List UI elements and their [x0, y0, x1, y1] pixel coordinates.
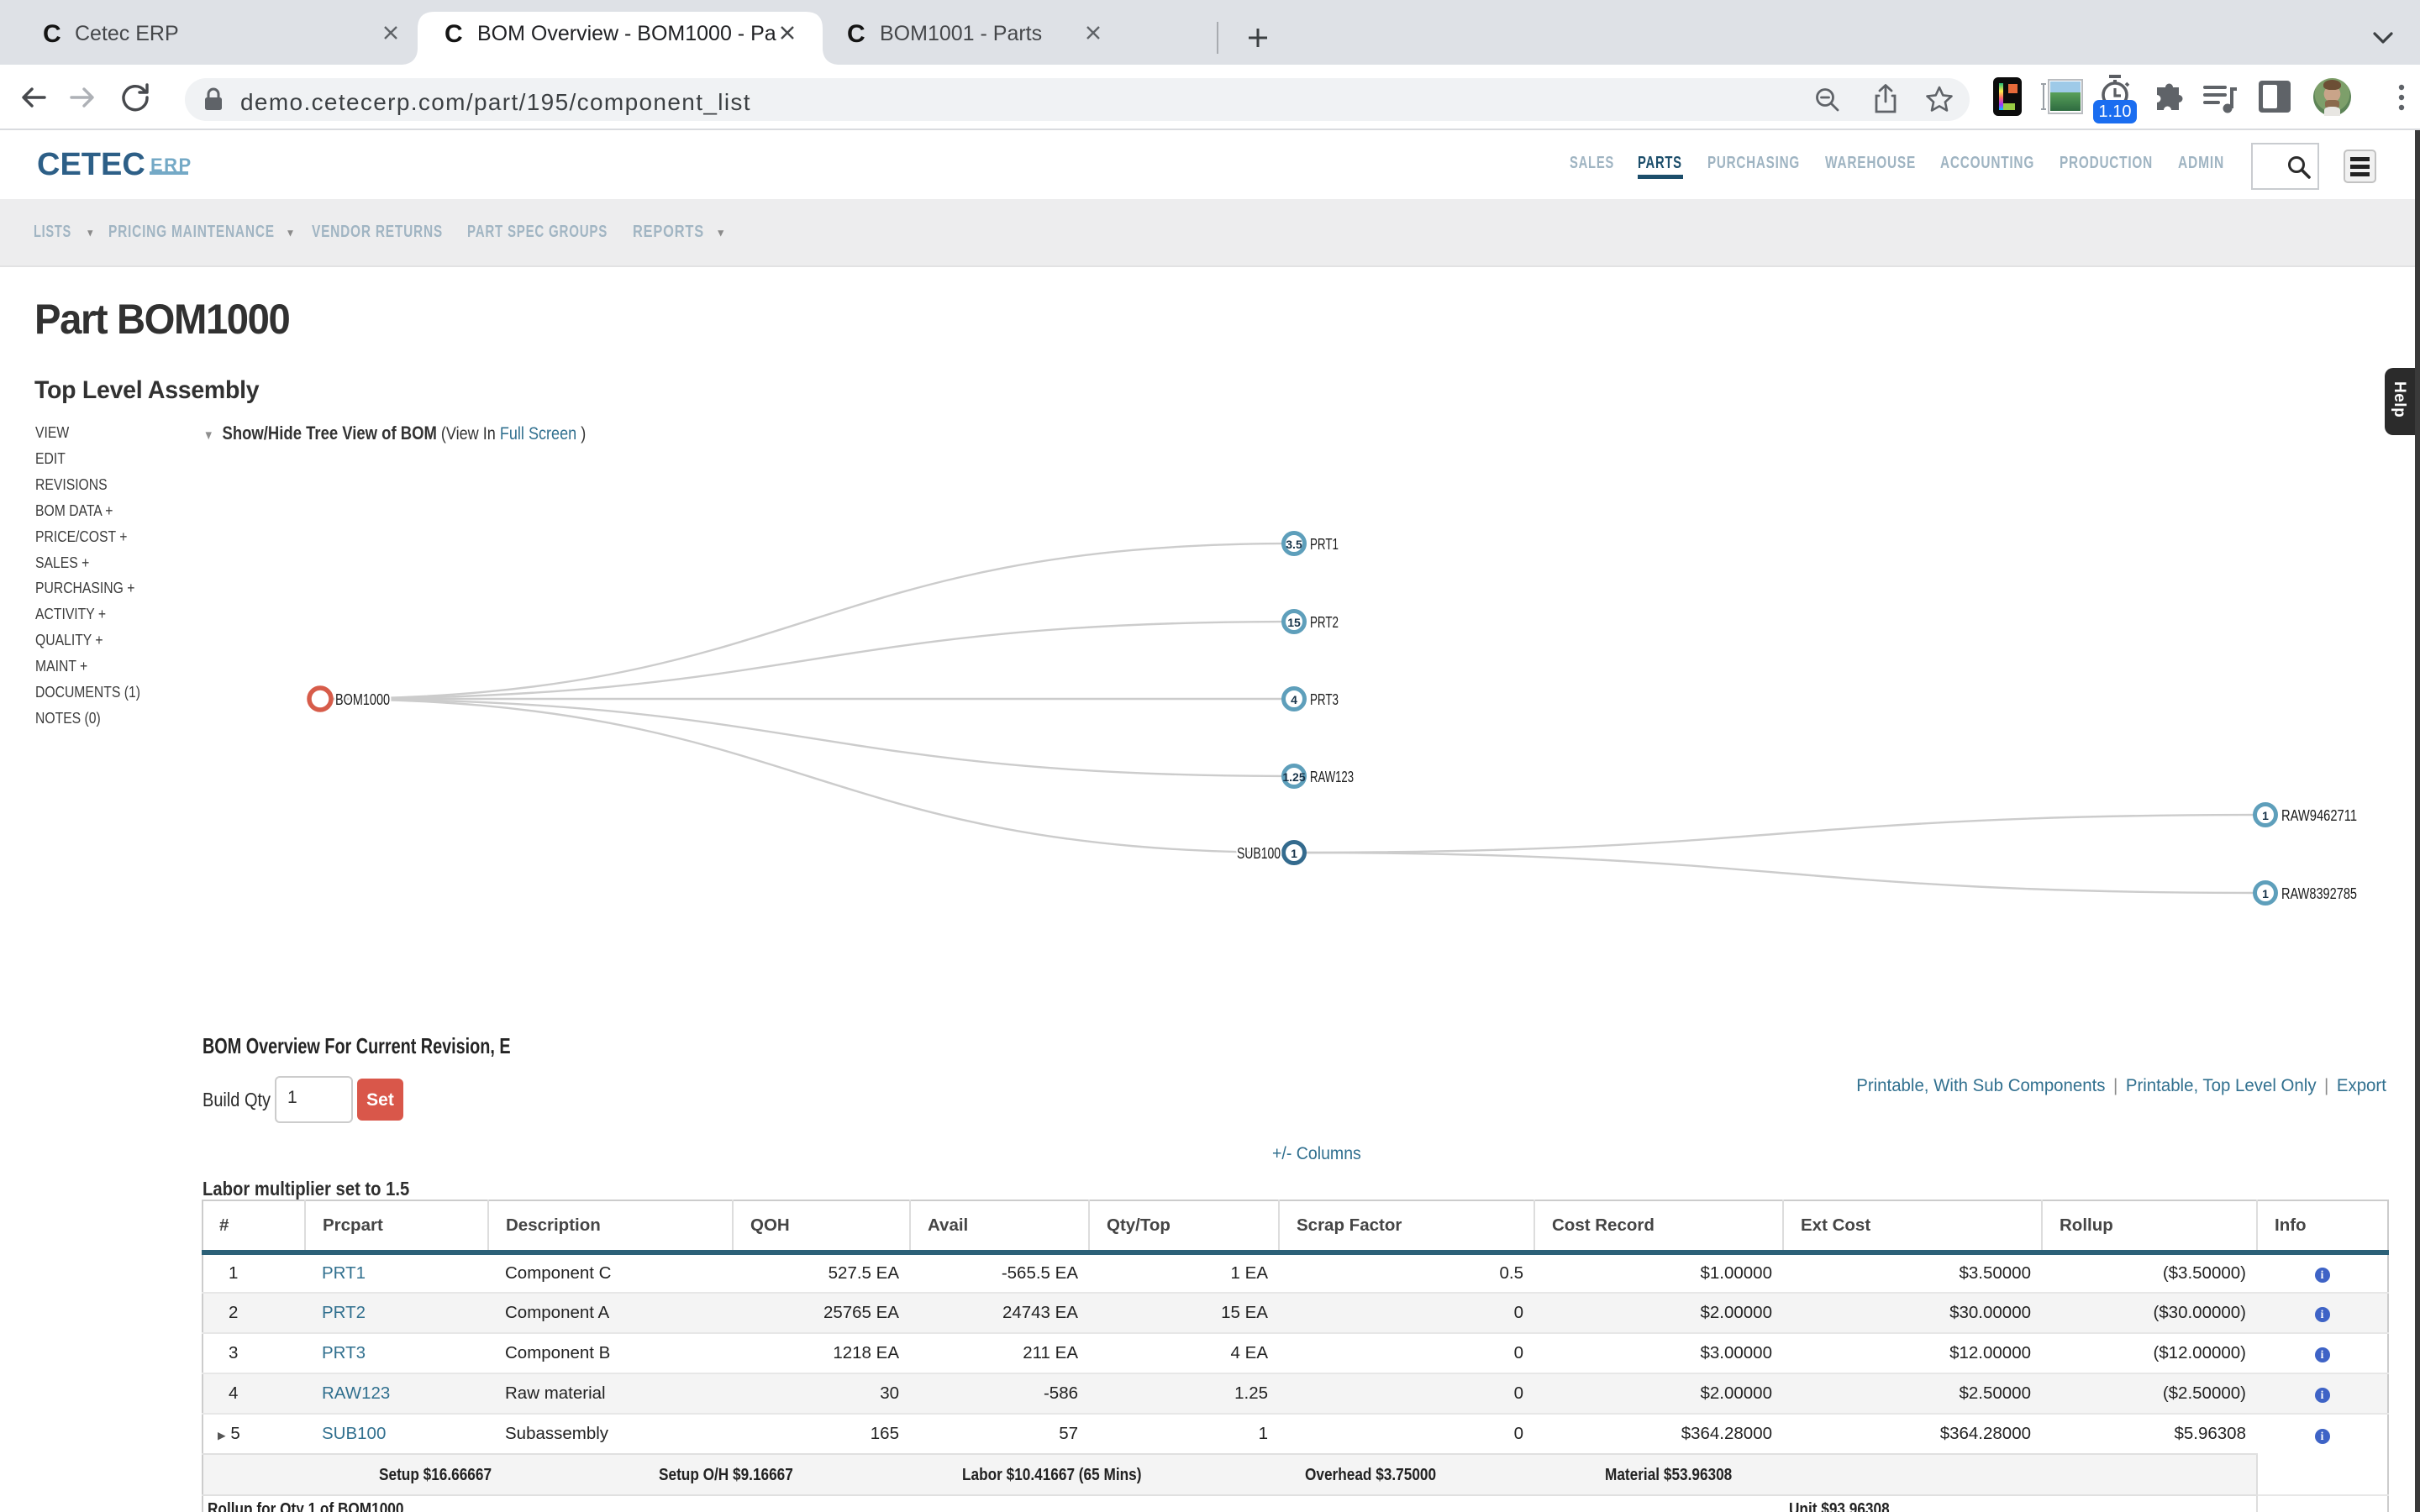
svg-text:1: 1	[2262, 809, 2269, 822]
svg-text:RAW123: RAW123	[1310, 768, 1354, 785]
svg-text:PRT1: PRT1	[1310, 535, 1339, 553]
svg-text:PRT3: PRT3	[1310, 690, 1339, 708]
svg-text:1.25: 1.25	[1282, 770, 1305, 784]
svg-text:SUB100: SUB100	[1237, 844, 1281, 862]
svg-text:1: 1	[1291, 847, 1297, 860]
svg-text:1: 1	[2262, 887, 2269, 900]
svg-text:15: 15	[1287, 616, 1301, 629]
svg-text:RAW8392785: RAW8392785	[2281, 885, 2357, 902]
svg-text:RAW9462711: RAW9462711	[2281, 806, 2357, 824]
svg-text:4: 4	[1291, 693, 1297, 706]
svg-text:3.5: 3.5	[1286, 538, 1302, 551]
svg-text:PRT2: PRT2	[1310, 613, 1339, 631]
svg-text:BOM1000: BOM1000	[335, 690, 390, 708]
